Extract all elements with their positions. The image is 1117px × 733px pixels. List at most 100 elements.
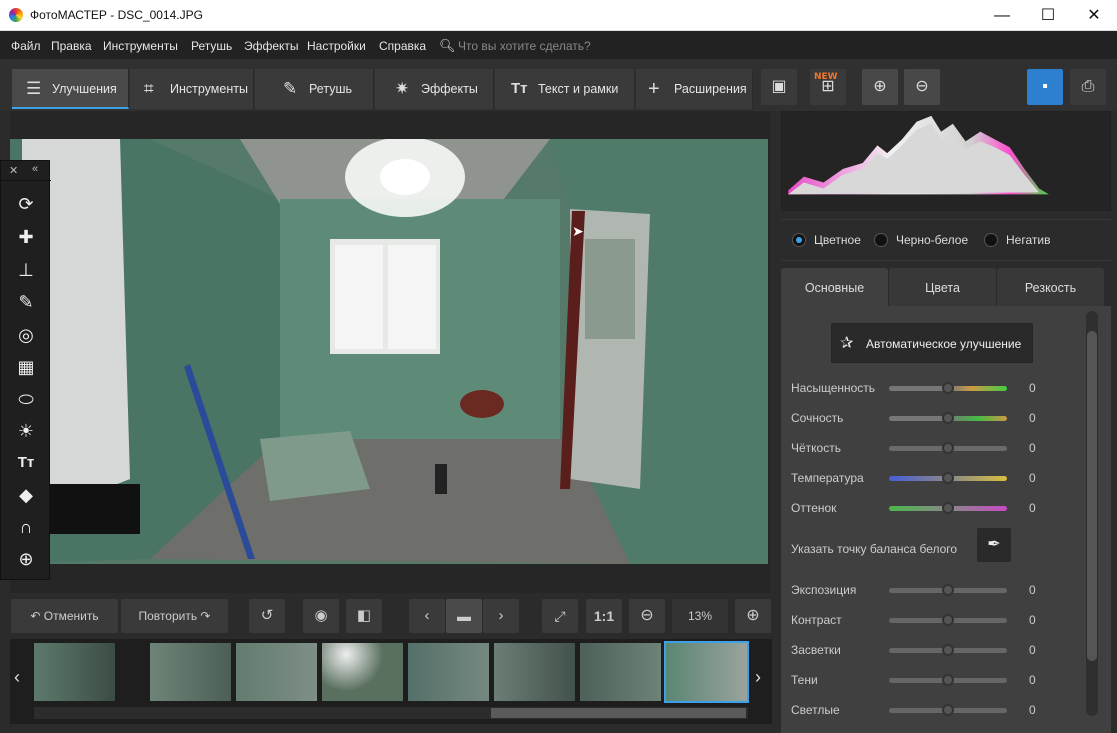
thumbnail[interactable] <box>236 643 317 701</box>
prev-photo-button[interactable]: ‹ <box>409 599 445 633</box>
tab-retouch[interactable]: ✎ Ретушь <box>255 69 374 109</box>
menu-tools[interactable]: Инструменты <box>103 39 178 53</box>
thumbnail-selected[interactable] <box>664 641 749 703</box>
negative-mode-radio[interactable] <box>984 233 998 247</box>
temperature-slider[interactable] <box>889 472 1007 484</box>
tab-extensions[interactable]: + Расширения <box>636 69 753 109</box>
clarity-slider[interactable] <box>889 442 1007 454</box>
shadows-label: Тени <box>791 673 818 687</box>
collapse-icon[interactable]: « <box>32 163 38 175</box>
fit-screen-button[interactable]: ⤢ <box>542 599 578 633</box>
menu-edit[interactable]: Правка <box>51 39 92 53</box>
zoom-out-button[interactable]: ⊖ <box>629 599 665 633</box>
light-tool[interactable]: ☀ <box>14 419 38 443</box>
print-button[interactable]: ⎙ <box>1070 69 1106 105</box>
tab-text-frames[interactable]: Tт Текст и рамки <box>495 69 635 109</box>
actual-size-button[interactable]: 1:1 <box>586 599 622 633</box>
tab-colors[interactable]: Цвета <box>889 268 996 306</box>
slider-knob[interactable] <box>942 442 954 454</box>
photo-preview[interactable] <box>10 139 768 564</box>
tab-enhancements[interactable]: ☰ Улучшения <box>12 69 129 109</box>
minimize-button[interactable]: — <box>979 0 1025 31</box>
bw-mode-radio[interactable] <box>874 233 888 247</box>
search-icon[interactable]: 🔍︎ <box>439 38 456 54</box>
rotate-crop-tool[interactable]: ⟳ <box>14 192 38 216</box>
contrast-slider[interactable] <box>889 614 1007 626</box>
menu-settings[interactable]: Настройки <box>307 39 366 53</box>
vignette-tool[interactable]: ⬭ <box>14 387 38 411</box>
slider-knob[interactable] <box>942 412 954 424</box>
scrollbar-thumb[interactable] <box>491 708 746 718</box>
color-mode-radio[interactable] <box>792 233 806 247</box>
save-button[interactable]: ▪ <box>1027 69 1063 105</box>
reset-button[interactable]: ↺ <box>249 599 285 633</box>
exposure-value: 0 <box>1029 583 1036 597</box>
radial-tool[interactable]: ◎ <box>14 323 38 347</box>
menu-effects[interactable]: Эффекты <box>244 39 299 53</box>
scrollbar-thumb[interactable] <box>1087 331 1097 661</box>
canvas-area[interactable]: ➤ <box>10 111 770 593</box>
highlights-slider[interactable] <box>889 644 1007 656</box>
search-input[interactable]: Что вы хотите сделать? <box>458 39 591 53</box>
load-preset-button[interactable]: ⊖ <box>904 69 940 105</box>
tint-slider[interactable] <box>889 502 1007 514</box>
open-folder-button[interactable]: ▬ <box>446 599 482 633</box>
maximize-button[interactable]: ☐ <box>1025 0 1071 31</box>
filmstrip-scrollbar[interactable] <box>34 707 748 719</box>
shadows-slider[interactable] <box>889 674 1007 686</box>
stamp-tool[interactable]: ⊥ <box>14 258 38 282</box>
gradient-tool[interactable]: ▦ <box>14 355 38 379</box>
undo-button[interactable]: ↶ Отменить <box>11 599 118 633</box>
vibrance-slider[interactable] <box>889 412 1007 424</box>
shape-tool[interactable]: ⊕ <box>14 547 38 571</box>
thumbnail[interactable] <box>150 643 231 701</box>
zoom-value[interactable]: 13% <box>672 599 728 633</box>
slider-knob[interactable] <box>942 502 954 514</box>
fill-tool[interactable]: ◆ <box>14 483 38 507</box>
slider-knob[interactable] <box>942 584 954 596</box>
redo-button[interactable]: Повторить ↷ <box>121 599 228 633</box>
add-preset-button[interactable]: ⊕ <box>862 69 898 105</box>
preview-button[interactable]: ◉ <box>303 599 339 633</box>
slider-knob[interactable] <box>942 644 954 656</box>
saturation-slider[interactable] <box>889 382 1007 394</box>
face-tool[interactable]: ∩ <box>14 515 38 539</box>
exposure-slider[interactable] <box>889 584 1007 596</box>
title-bar: ФотоМАСТЕР - DSC_0014.JPG — ☐ ✕ <box>0 0 1117 31</box>
slider-knob[interactable] <box>942 614 954 626</box>
tab-sharpness[interactable]: Резкость <box>997 268 1104 306</box>
brush-tool[interactable]: ✎ <box>14 290 38 314</box>
thumbnail[interactable] <box>494 643 575 701</box>
filmstrip-prev-icon[interactable]: ‹ <box>14 667 20 688</box>
tab-basic[interactable]: Основные <box>781 268 888 306</box>
slider-knob[interactable] <box>942 472 954 484</box>
image-button[interactable]: ▣ <box>761 69 797 105</box>
close-button[interactable]: ✕ <box>1071 0 1117 31</box>
slider-knob[interactable] <box>942 674 954 686</box>
slider-knob[interactable] <box>942 382 954 394</box>
menu-file[interactable]: Файл <box>11 39 41 53</box>
thumbnail[interactable] <box>580 643 661 701</box>
brush-icon: ✎ <box>283 79 298 98</box>
tab-tools[interactable]: ⌗ Инструменты <box>130 69 254 109</box>
white-balance-picker-button[interactable]: ✒ <box>977 528 1011 562</box>
text-tool[interactable]: Tт <box>14 451 38 475</box>
thumbnail[interactable] <box>34 643 115 701</box>
thumbnail[interactable] <box>408 643 489 701</box>
thumbnail[interactable] <box>322 643 403 701</box>
white-balance-label: Указать точку баланса белого <box>791 542 958 556</box>
slider-knob[interactable] <box>942 704 954 716</box>
compare-button[interactable]: ◧ <box>346 599 382 633</box>
auto-enhance-button[interactable]: ✰ Автоматическое улучшение <box>831 323 1033 363</box>
healing-tool[interactable]: ✚ <box>14 225 38 249</box>
close-icon[interactable]: ✕ <box>9 164 18 177</box>
menu-help[interactable]: Справка <box>379 39 426 53</box>
zoom-in-button[interactable]: ⊕ <box>735 599 771 633</box>
next-photo-button[interactable]: › <box>483 599 519 633</box>
panel-scrollbar[interactable] <box>1086 311 1098 716</box>
printer-icon: ⎙ <box>1081 78 1095 95</box>
menu-retouch[interactable]: Ретушь <box>191 39 232 53</box>
filmstrip-next-icon[interactable]: › <box>755 667 761 688</box>
whites-slider[interactable] <box>889 704 1007 716</box>
tab-effects[interactable]: ✷ Эффекты <box>375 69 494 109</box>
